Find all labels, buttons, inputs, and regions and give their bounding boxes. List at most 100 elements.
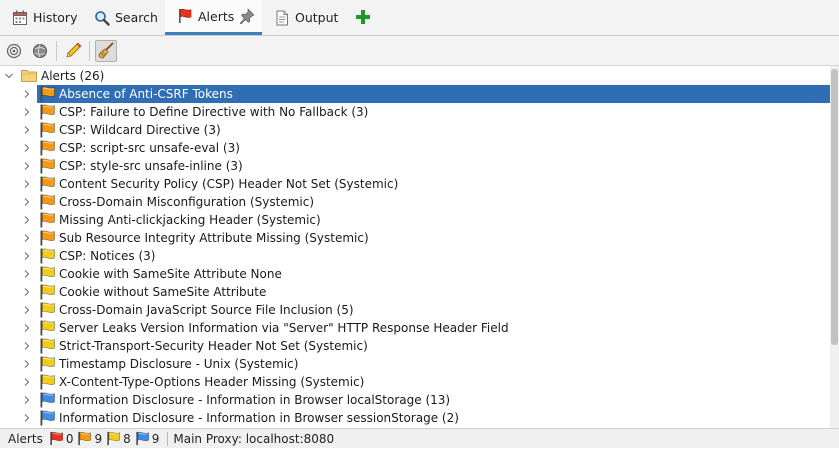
alert-tree-row[interactable]: Cross-Domain Misconfiguration (Systemic) (0, 193, 830, 211)
tree-root-label: Alerts (26) (41, 69, 105, 83)
pin-icon[interactable] (239, 8, 255, 25)
low-risk-flag-icon (39, 374, 56, 390)
footer-alerts-label: Alerts (8, 431, 43, 446)
alert-label: Information Disclosure - Information in … (59, 393, 451, 407)
tab-output[interactable]: Output (262, 0, 342, 35)
alert-tree-row[interactable]: CSP: style-src unsafe-inline (3) (0, 157, 830, 175)
footer-medium-count: 9 (77, 431, 102, 446)
chevron-right-icon[interactable] (22, 251, 32, 261)
chevron-right-icon[interactable] (22, 125, 32, 135)
alert-tree-row[interactable]: CSP: script-src unsafe-eval (3) (0, 139, 830, 157)
info-risk-flag-icon (39, 410, 56, 426)
scrollbar-thumb[interactable] (831, 69, 838, 345)
edit-alert-button[interactable] (62, 40, 84, 62)
alert-tree-row[interactable]: CSP: Wildcard Directive (3) (0, 121, 830, 139)
alert-label: Cross-Domain JavaScript Source File Incl… (59, 303, 354, 317)
scope-filter-button[interactable] (3, 40, 25, 62)
toolbar-separator (89, 41, 90, 61)
medium-risk-flag-icon (39, 158, 56, 174)
alert-tree-row[interactable]: Cookie without SameSite Attribute (0, 283, 830, 301)
alert-tree-row[interactable]: Information Disclosure - Information in … (0, 391, 830, 409)
alert-flag-icon (177, 8, 193, 24)
info-risk-flag-icon (135, 431, 150, 446)
chevron-right-icon[interactable] (22, 287, 32, 297)
alert-label: Sub Resource Integrity Attribute Missing… (59, 231, 369, 245)
chevron-right-icon[interactable] (22, 143, 32, 153)
chevron-right-icon[interactable] (22, 89, 32, 99)
chevron-right-icon[interactable] (22, 269, 32, 279)
alert-tree-row[interactable]: Missing Anti-clickjacking Header (System… (0, 211, 830, 229)
link-filter-button[interactable] (29, 40, 51, 62)
chevron-right-icon[interactable] (22, 341, 32, 351)
chevron-right-icon[interactable] (22, 179, 32, 189)
chevron-right-icon[interactable] (22, 413, 32, 423)
footer-divider (167, 431, 169, 446)
footer-high-count: 0 (49, 431, 74, 446)
medium-risk-flag-icon (77, 431, 92, 446)
chevron-right-icon[interactable] (22, 107, 32, 117)
alert-label: Cookie with SameSite Attribute None (59, 267, 282, 281)
tree-root-alerts[interactable]: Alerts (26) (0, 67, 830, 85)
alert-tree-row[interactable]: Absence of Anti-CSRF Tokens (0, 85, 830, 103)
calendar-icon (12, 10, 28, 26)
toolbar-separator (56, 41, 57, 61)
alert-label: Content Security Policy (CSP) Header Not… (59, 177, 399, 191)
alert-label: CSP: Wildcard Directive (3) (59, 123, 221, 137)
low-risk-flag-icon (39, 320, 56, 336)
chevron-right-icon[interactable] (22, 215, 32, 225)
alerts-tree[interactable]: Alerts (26) Absence of Anti-CSRF Tokens C… (0, 66, 830, 428)
low-count-value: 8 (123, 431, 131, 446)
alert-label: X-Content-Type-Options Header Missing (S… (59, 375, 365, 389)
medium-risk-flag-icon (39, 104, 56, 120)
tab-history[interactable]: History (0, 0, 82, 35)
chevron-right-icon[interactable] (22, 161, 32, 171)
low-risk-flag-icon (39, 356, 56, 372)
alert-label: Absence of Anti-CSRF Tokens (59, 87, 233, 101)
tab-alerts[interactable]: Alerts (165, 0, 262, 35)
chevron-right-icon[interactable] (22, 323, 32, 333)
low-risk-flag-icon (39, 302, 56, 318)
tree-vertical-scrollbar[interactable] (830, 66, 839, 428)
alert-tree-row[interactable]: Cookie with SameSite Attribute None (0, 265, 830, 283)
footer-low-count: 8 (106, 431, 131, 446)
alert-tree-row[interactable]: Timestamp Disclosure - Unix (Systemic) (0, 355, 830, 373)
alert-label: Missing Anti-clickjacking Header (System… (59, 213, 321, 227)
document-icon (274, 10, 290, 26)
chevron-right-icon[interactable] (22, 233, 32, 243)
high-risk-flag-icon (49, 431, 64, 446)
chevron-right-icon[interactable] (22, 197, 32, 207)
low-risk-flag-icon (39, 266, 56, 282)
chevron-right-icon[interactable] (22, 359, 32, 369)
alert-tree-row[interactable]: Sub Resource Integrity Attribute Missing… (0, 229, 830, 247)
medium-risk-flag-icon (39, 230, 56, 246)
alert-tree-row[interactable]: CSP: Notices (3) (0, 247, 830, 265)
alert-tree-row[interactable]: Strict-Transport-Security Header Not Set… (0, 337, 830, 355)
pencil-icon (66, 42, 82, 58)
chevron-down-icon[interactable] (4, 71, 14, 81)
alert-label: Strict-Transport-Security Header Not Set… (59, 339, 368, 353)
chevron-right-icon[interactable] (22, 395, 32, 405)
add-tab-plus-icon[interactable] (356, 10, 370, 24)
alert-tree-row[interactable]: Content Security Policy (CSP) Header Not… (0, 175, 830, 193)
alert-label: Information Disclosure - Information in … (59, 411, 459, 425)
status-bar: Alerts 0 9 8 9 Main Proxy: localhost:808… (0, 428, 839, 448)
info-count-value: 9 (151, 431, 160, 446)
alert-label: Cross-Domain Misconfiguration (Systemic) (59, 195, 314, 209)
delete-all-alerts-button[interactable] (95, 40, 117, 62)
chevron-right-icon[interactable] (22, 377, 32, 387)
alert-tree-row[interactable]: CSP: Failure to Define Directive with No… (0, 103, 830, 121)
footer-info-count: 9 (135, 431, 160, 446)
alert-tree-row[interactable]: Cross-Domain JavaScript Source File Incl… (0, 301, 830, 319)
magnifier-icon (94, 10, 110, 26)
tab-search[interactable]: Search (82, 0, 165, 35)
medium-risk-flag-icon (39, 176, 56, 192)
medium-risk-flag-icon (39, 122, 56, 138)
high-count-value: 0 (65, 431, 74, 446)
alert-tree-row[interactable]: Server Leaks Version Information via "Se… (0, 319, 830, 337)
alert-tree-row[interactable]: Information Disclosure - Information in … (0, 409, 830, 427)
alert-label: CSP: style-src unsafe-inline (3) (59, 159, 243, 173)
globe-filter-icon (33, 44, 47, 58)
tab-label: Alerts (198, 8, 235, 24)
alert-tree-row[interactable]: X-Content-Type-Options Header Missing (S… (0, 373, 830, 391)
chevron-right-icon[interactable] (22, 305, 32, 315)
